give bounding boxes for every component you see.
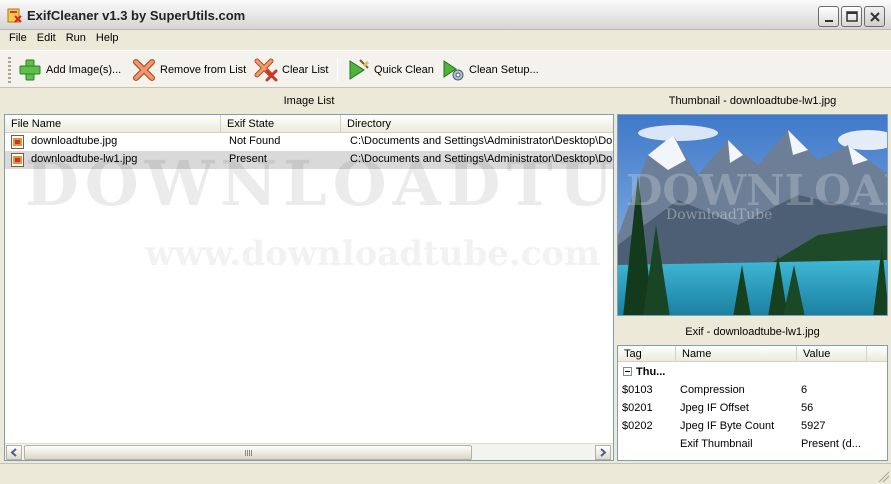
clear-list-label: Clear List xyxy=(282,64,329,76)
column-name[interactable]: Name xyxy=(676,346,797,362)
watermark: DOWNLOADTUBE www.downloadtube.com xyxy=(25,155,613,274)
clear-list-icon xyxy=(254,58,278,82)
app-icon xyxy=(7,8,22,23)
exif-group-row[interactable]: Thu... xyxy=(618,363,887,381)
quick-clean-button[interactable]: Quick Clean xyxy=(346,55,434,85)
exif-state-cell: Not Found xyxy=(229,135,281,147)
scroll-thumb[interactable] xyxy=(24,445,472,460)
column-directory[interactable]: Directory xyxy=(341,115,613,133)
thumbnail-watermark-small: DownloadTube xyxy=(666,207,772,223)
exif-header: Tag Name Value xyxy=(618,346,887,362)
exif-name-cell: Jpeg IF Offset xyxy=(680,402,749,414)
file-name-cell: downloadtube.jpg xyxy=(31,135,118,147)
watermark-url: www.downloadtube.com xyxy=(144,234,600,274)
exif-group-label: Thu... xyxy=(636,366,666,378)
exif-table[interactable]: Tag Name Value Thu... $0103 Compression … xyxy=(617,345,888,461)
thumbnail-image: DOWNLOADTUBE DownloadTube xyxy=(617,114,888,316)
add-icon xyxy=(19,59,41,81)
exif-row[interactable]: Exif Thumbnail Present (d... xyxy=(618,435,887,453)
window-title: ExifCleaner v1.3 by SuperUtils.com xyxy=(27,8,246,23)
exif-name-cell: Compression xyxy=(680,384,745,396)
table-row[interactable]: downloadtube.jpg Not Found C:\Documents … xyxy=(5,133,613,151)
exif-tag-cell: $0202 xyxy=(622,420,653,432)
column-tag[interactable]: Tag xyxy=(618,346,676,362)
jpg-file-icon xyxy=(11,135,24,149)
exif-caption: Exif - downloadtube-lw1.jpg xyxy=(617,320,888,344)
column-file-name[interactable]: File Name xyxy=(5,115,221,133)
exif-name-cell: Jpeg IF Byte Count xyxy=(680,420,775,432)
status-bar xyxy=(0,463,891,484)
remove-from-list-label: Remove from List xyxy=(160,64,247,76)
exif-name-cell: Exif Thumbnail xyxy=(680,438,753,450)
exif-row[interactable]: $0202 Jpeg IF Byte Count 5927 xyxy=(618,417,887,435)
clean-setup-label: Clean Setup... xyxy=(469,64,539,76)
menu-file[interactable]: File xyxy=(0,30,32,49)
collapse-icon[interactable] xyxy=(623,367,632,376)
maximize-button[interactable] xyxy=(841,6,862,27)
menu-edit[interactable]: Edit xyxy=(32,30,61,49)
resize-grip[interactable] xyxy=(877,470,889,482)
menu-bar: File Edit Run Help xyxy=(0,30,891,49)
toolbar-separator xyxy=(337,58,338,82)
column-value[interactable]: Value xyxy=(797,346,867,362)
menu-help[interactable]: Help xyxy=(91,30,124,49)
exif-value-cell: 6 xyxy=(801,384,808,396)
clear-list-button[interactable]: Clear List xyxy=(254,55,328,85)
add-images-label: Add Image(s)... xyxy=(46,64,122,76)
horizontal-scrollbar[interactable] xyxy=(5,443,613,460)
scroll-left-button[interactable] xyxy=(6,445,22,460)
exif-value-cell: 5927 xyxy=(801,420,826,432)
thumbnail-caption: Thumbnail - downloadtube-lw1.jpg xyxy=(617,89,888,113)
image-list[interactable]: File Name Exif State Directory downloadt… xyxy=(4,114,614,461)
add-images-button[interactable]: Add Image(s)... xyxy=(18,55,121,85)
close-button[interactable] xyxy=(864,6,885,27)
clean-setup-button[interactable]: Clean Setup... xyxy=(441,55,539,85)
image-list-header: File Name Exif State Directory xyxy=(5,115,613,133)
quick-clean-label: Quick Clean xyxy=(374,64,434,76)
watermark-text: DOWNLOADTUBE xyxy=(25,155,613,220)
exif-value-cell: 56 xyxy=(801,402,814,414)
toolbar: Add Image(s)... Remove from List Clear L… xyxy=(0,50,891,88)
exif-value-cell: Present (d... xyxy=(801,438,861,450)
exif-tag-cell: $0201 xyxy=(622,402,653,414)
scroll-right-button[interactable] xyxy=(595,445,611,460)
scroll-thumb-grip xyxy=(245,450,253,456)
image-list-caption: Image List xyxy=(4,89,614,113)
quick-clean-icon xyxy=(349,59,370,80)
exif-tag-cell: $0103 xyxy=(622,384,653,396)
exif-row[interactable]: $0103 Compression 6 xyxy=(618,381,887,399)
title-bar[interactable]: ExifCleaner v1.3 by SuperUtils.com xyxy=(0,0,891,30)
remove-icon xyxy=(133,59,155,81)
column-exif-state[interactable]: Exif State xyxy=(221,115,341,133)
directory-cell: C:\Documents and Settings\Administrator\… xyxy=(350,135,612,147)
toolbar-grip[interactable] xyxy=(8,57,11,83)
menu-run[interactable]: Run xyxy=(61,30,91,49)
remove-from-list-button[interactable]: Remove from List xyxy=(132,55,246,85)
exif-row[interactable]: $0201 Jpeg IF Offset 56 xyxy=(618,399,887,417)
minimize-button[interactable] xyxy=(818,6,839,27)
clean-setup-icon xyxy=(443,60,464,81)
